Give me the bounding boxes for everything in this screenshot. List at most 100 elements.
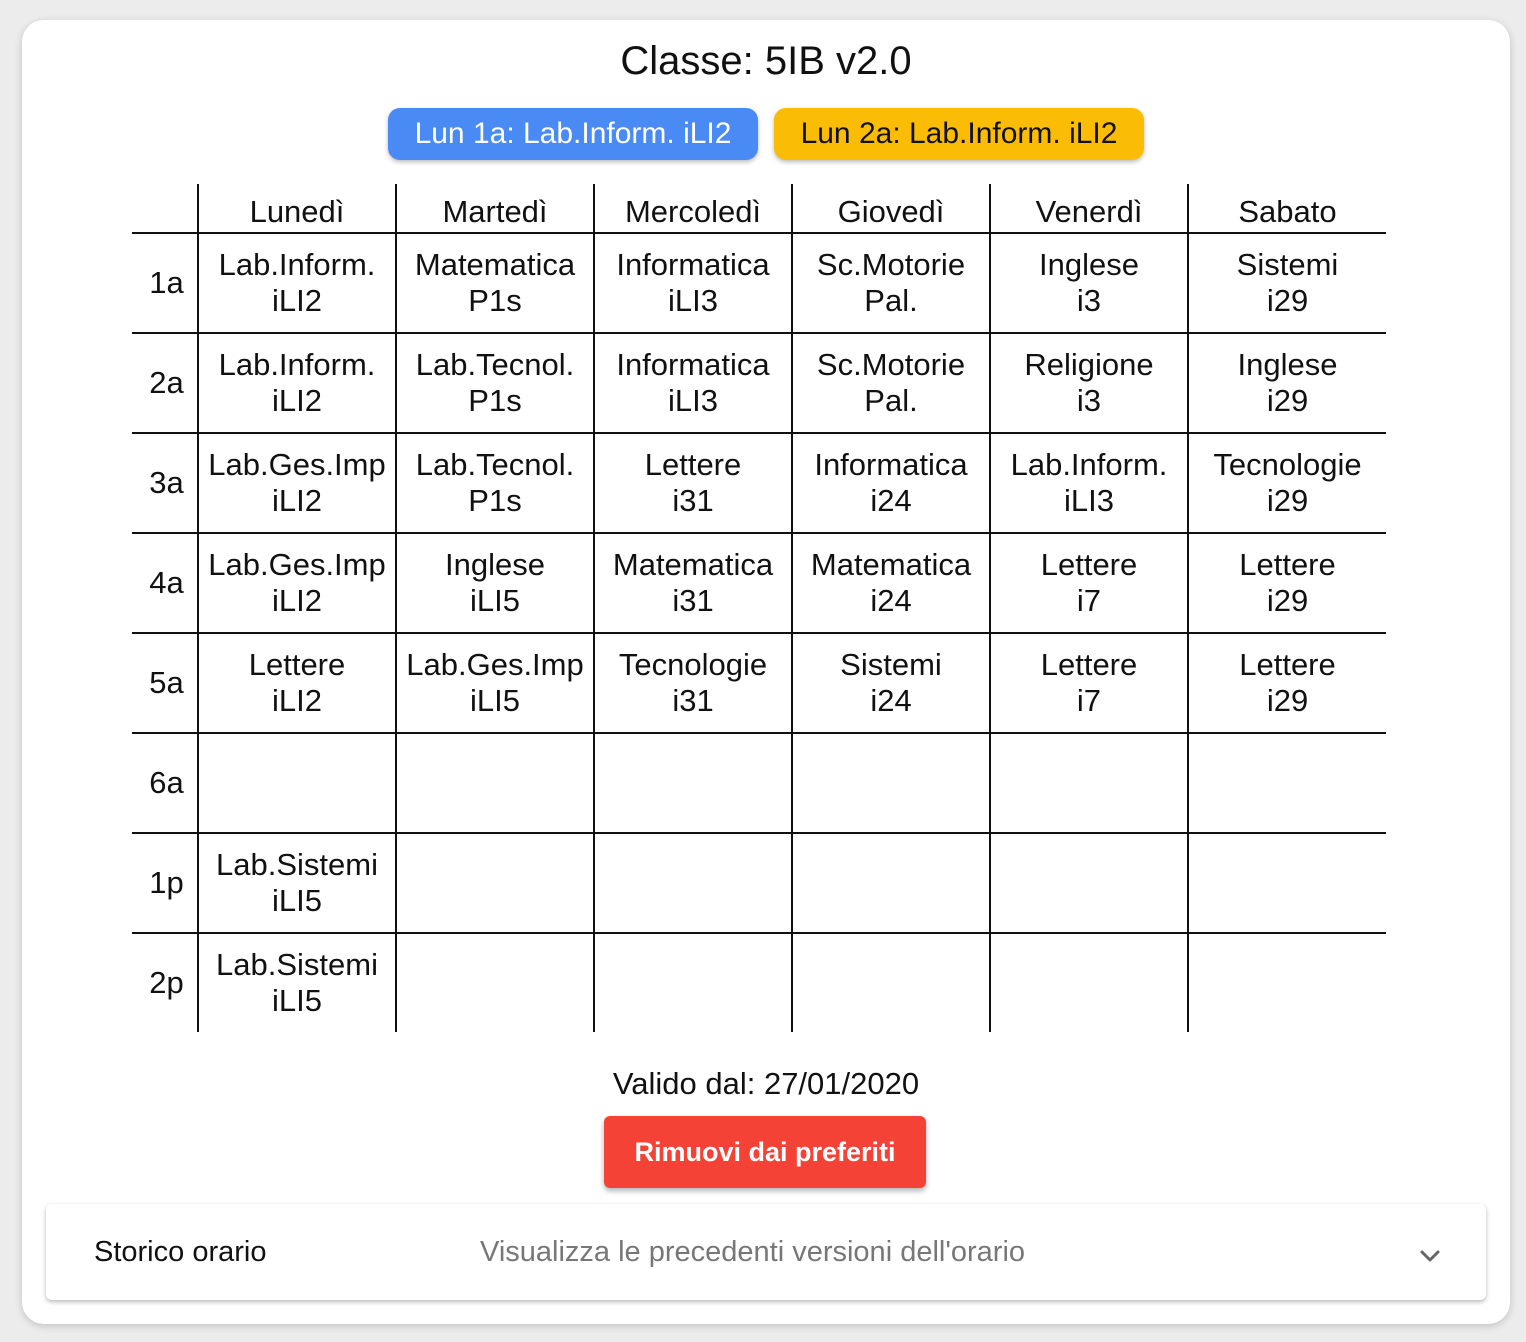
- chevron-down-icon[interactable]: [1416, 1242, 1444, 1270]
- cell-subject: Lab.Tecnol.: [415, 347, 575, 382]
- cell-room: iLI2: [272, 583, 322, 618]
- schedule-cell: Sc.Motorie Pal.: [791, 333, 990, 434]
- highlight-chip-2[interactable]: Lun 2a: Lab.Inform. iLI2: [774, 108, 1144, 160]
- cell-subject: Lab.Sistemi: [216, 847, 378, 882]
- cell-room: i24: [870, 583, 912, 618]
- cell-room: i7: [1076, 583, 1102, 618]
- cell-room: Pal.: [864, 283, 918, 318]
- schedule-header-row: Lunedì Martedì Mercoledì Giovedì Venerdì…: [132, 184, 1386, 234]
- cell-subject: Lab.Inform.: [218, 247, 376, 282]
- schedule-cell: Matematica P1s: [395, 233, 594, 334]
- highlight-chip-1[interactable]: Lun 1a: Lab.Inform. iLI2: [388, 108, 758, 160]
- schedule-cell: [989, 933, 1188, 1032]
- cell-subject: Lab.Inform.: [1010, 447, 1168, 482]
- hour-label: 2p: [149, 965, 184, 1000]
- schedule-row: 6a: [132, 733, 1386, 834]
- schedule-cell: [593, 733, 792, 834]
- schedule-cell: Lab.Ges.Imp iLI2: [197, 433, 396, 534]
- schedule-cell: Sistemi i29: [1187, 233, 1386, 334]
- cell-subject: Sc.Motorie: [816, 347, 966, 382]
- schedule-cell: Lettere i7: [989, 633, 1188, 734]
- page-title: Classe: 5IB v2.0: [620, 39, 912, 83]
- schedule-cell: [197, 733, 396, 834]
- schedule-cell: [593, 933, 792, 1032]
- hour-label: 5a: [132, 633, 198, 734]
- history-panel[interactable]: Storico orario Visualizza le precedenti …: [46, 1204, 1486, 1300]
- cell-room: iLI2: [272, 483, 322, 518]
- schedule-cell: Lab.Inform. iLI2: [197, 333, 396, 434]
- cell-subject: Inglese: [1237, 347, 1338, 382]
- schedule-cell: Lab.Inform. iLI2: [197, 233, 396, 334]
- cell-room: i3: [1076, 283, 1102, 318]
- cell-subject: Lab.Tecnol.: [415, 447, 575, 482]
- cell-room: iLI5: [272, 983, 322, 1018]
- cell-subject: Religione: [1024, 347, 1154, 382]
- schedule-cell: Informatica i24: [791, 433, 990, 534]
- schedule-cell: Informatica iLI3: [593, 333, 792, 434]
- schedule-cell: Lab.Tecnol. P1s: [395, 333, 594, 434]
- cell-subject: Lab.Sistemi: [216, 947, 378, 982]
- hour-label: 1p: [132, 833, 198, 934]
- schedule-cell: Informatica iLI3: [593, 233, 792, 334]
- cell-subject: Lab.Inform.: [218, 347, 376, 382]
- cell-subject: Matematica: [612, 547, 774, 582]
- cell-room: iLI5: [272, 883, 322, 918]
- schedule-cell: Matematica i31: [593, 533, 792, 634]
- day-header: Giovedì: [791, 184, 990, 234]
- cell-room: iLI2: [272, 683, 322, 718]
- schedule-row: 4a Lab.Ges.Imp iLI2 Inglese iLI5 Matematica i3…: [132, 533, 1386, 634]
- cell-subject: Lettere: [248, 647, 346, 682]
- hour-label: 3a: [132, 433, 198, 534]
- day-header: Sabato: [1187, 184, 1386, 234]
- schedule-row: 1a Lab.Inform. iLI2 Matematica P1s Informatic…: [132, 233, 1386, 334]
- day-header: Venerdì: [989, 184, 1188, 234]
- schedule-cell: Lettere i31: [593, 433, 792, 534]
- schedule-cell: [989, 833, 1188, 934]
- schedule-card: Classe: 5IB v2.0 Lun 1a: Lab.Inform. iLI…: [22, 20, 1510, 1324]
- schedule-cell: [791, 733, 990, 834]
- remove-favorite-button[interactable]: Rimuovi dai preferiti: [604, 1116, 926, 1188]
- cell-room: iLI2: [272, 283, 322, 318]
- schedule-cell: [791, 933, 990, 1032]
- cell-subject: Lab.Ges.Imp: [208, 447, 386, 482]
- history-subtitle: Visualizza le precedenti versioni dell'o…: [480, 1236, 1026, 1268]
- cell-room: i29: [1266, 383, 1309, 418]
- cell-room: Pal.: [864, 383, 918, 418]
- day-header: Martedì: [395, 184, 594, 234]
- schedule-row: 1p Lab.Sistemi iLI5: [132, 833, 1386, 934]
- schedule-cell: Inglese iLI5: [395, 533, 594, 634]
- cell-subject: Lab.Ges.Imp: [406, 647, 584, 682]
- schedule-row: 3a Lab.Ges.Imp iLI2 Lab.Tecnol. P1s Lettere i3…: [132, 433, 1386, 534]
- cell-room: i29: [1266, 483, 1309, 518]
- cell-room: i29: [1266, 683, 1309, 718]
- hour-label: 6a: [132, 733, 198, 834]
- schedule-cell: Matematica i24: [791, 533, 990, 634]
- cell-room: P1s: [468, 383, 522, 418]
- cell-subject: Tecnologie: [1213, 447, 1362, 482]
- schedule-cell: Lab.Sistemi iLI5: [197, 933, 396, 1032]
- cell-subject: Matematica: [414, 247, 576, 282]
- cell-room: i24: [870, 683, 912, 718]
- cell-subject: Tecnologie: [618, 647, 768, 682]
- cell-room: i31: [672, 583, 714, 618]
- hour-label: 2a: [132, 333, 198, 434]
- schedule-cell: [791, 833, 990, 934]
- schedule-cell: [1187, 933, 1386, 1032]
- cell-room: i24: [870, 483, 912, 518]
- schedule-cell: Inglese i29: [1187, 333, 1386, 434]
- cell-subject: Sistemi: [840, 647, 942, 682]
- cell-subject: Lettere: [1040, 647, 1138, 682]
- schedule-table: Lunedì Martedì Mercoledì Giovedì Venerdì…: [132, 184, 1386, 1032]
- schedule-cell: Lab.Sistemi iLI5: [197, 833, 396, 934]
- schedule-cell: Religione i3: [989, 333, 1188, 434]
- cell-room: i31: [672, 683, 714, 718]
- cell-subject: Lettere: [1239, 647, 1336, 682]
- cell-subject: Inglese: [1039, 247, 1139, 282]
- schedule-row: 2a Lab.Inform. iLI2 Lab.Tecnol. P1s Informati…: [132, 333, 1386, 434]
- schedule-row: 2p Lab.Sistemi iLI5: [132, 933, 1386, 1032]
- schedule-cell: [395, 833, 594, 934]
- cell-subject: Informatica: [616, 347, 770, 382]
- cell-subject: Sc.Motorie: [816, 247, 966, 282]
- schedule-cell: [395, 733, 594, 834]
- cell-subject: Sistemi: [1236, 247, 1339, 282]
